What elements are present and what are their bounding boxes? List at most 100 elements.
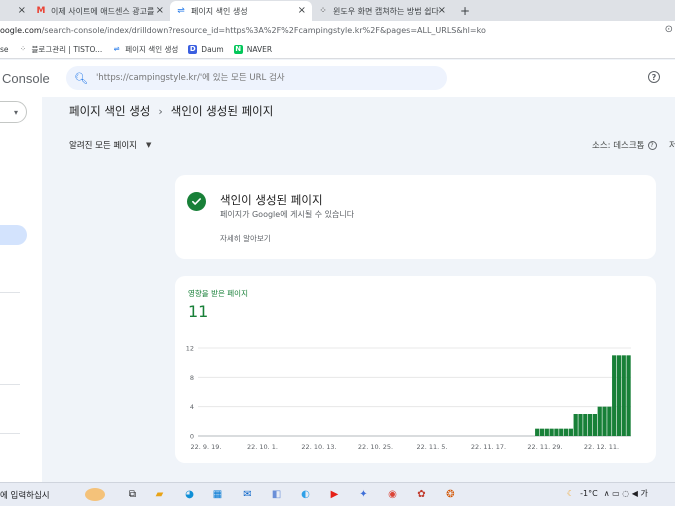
tab-capture[interactable]: ⁘ 윈도우 화면 캡쳐하는 방법 쉽다 × xyxy=(312,1,452,21)
chart-bar[interactable] xyxy=(568,428,573,436)
x-tick-label: 22. 12. 11. xyxy=(584,443,619,451)
x-tick-label: 22. 11. 17. xyxy=(471,443,506,451)
source-label: 소스: 데스크톱 ? xyxy=(592,139,657,151)
youtube-icon[interactable]: ▶ xyxy=(328,488,341,501)
y-tick-label: 4 xyxy=(190,403,194,411)
close-icon[interactable]: × xyxy=(438,5,446,16)
url-inspection-search[interactable]: 🔍︎ xyxy=(66,66,447,90)
task-view-icon[interactable]: ⧉ xyxy=(126,488,139,501)
y-tick-label: 12 xyxy=(186,345,194,353)
affected-pages-card: 영향을 받은 페이지 11 0 4 8 12 22. 9. 19. 22. 10. 1. 2… xyxy=(175,276,656,463)
browser-tab-bar: × M 이제 사이트에 애드센스 광고를 × ⇌ 페이지 색인 생성 × ⁘ 윈… xyxy=(0,0,675,21)
mail-icon[interactable]: ✉ xyxy=(241,488,254,501)
page-title: 색인이 생성된 페이지 xyxy=(170,104,274,118)
sidebar-item-active[interactable] xyxy=(0,225,27,245)
indexed-status-card: 색인이 생성된 페이지 페이지가 Google에 게시될 수 있습니다 자세히 … xyxy=(175,175,656,259)
weather-icon: ☾ xyxy=(567,489,575,498)
chart-bar[interactable] xyxy=(607,406,612,436)
chart-bar[interactable] xyxy=(616,355,622,436)
chart-bar[interactable] xyxy=(559,428,564,436)
chart-bar[interactable] xyxy=(554,428,559,436)
search-console-icon: ⇌ xyxy=(177,6,185,16)
address-bar[interactable]: oogle.com/search-console/index/drilldown… xyxy=(0,21,675,40)
sidebar-divider xyxy=(0,433,20,434)
app-name: Console xyxy=(2,71,50,86)
sidebar-divider xyxy=(0,384,20,385)
indexed-pages-chart: 0 4 8 12 22. 9. 19. 22. 10. 1. 22. 10. 13. 22. … xyxy=(186,345,631,451)
app-header: Console 🔍︎ ? xyxy=(0,60,675,97)
chart-bar[interactable] xyxy=(602,406,607,436)
tab-page-indexing[interactable]: ⇌ 페이지 색인 생성 × xyxy=(170,1,312,21)
y-tick-label: 0 xyxy=(190,433,194,441)
tab-adsense[interactable]: M 이제 사이트에 애드센스 광고를 × xyxy=(30,1,170,21)
daum-icon: D xyxy=(188,44,198,54)
tistory-icon: ⁘ xyxy=(319,6,327,16)
file-explorer-icon[interactable]: ▰ xyxy=(153,488,166,501)
y-tick-label: 8 xyxy=(190,374,194,382)
pages-filter-dropdown[interactable]: 알려진 모든 페이지 ▼ xyxy=(69,139,151,151)
chart-bar[interactable] xyxy=(583,414,588,436)
bookmark-daum[interactable]: D Daum xyxy=(188,44,224,54)
search-input[interactable] xyxy=(95,73,426,83)
app-icon[interactable]: ✦ xyxy=(357,488,370,501)
url-text: oogle.com/search-console/index/drilldown… xyxy=(0,26,486,35)
close-icon[interactable]: × xyxy=(18,5,26,16)
bookmark-tistory[interactable]: ⁘ 블로그관리 | TISTO... xyxy=(19,44,102,55)
app-icon[interactable]: ◐ xyxy=(299,488,312,501)
tab-partial[interactable]: × xyxy=(0,1,30,21)
chart-bar[interactable] xyxy=(592,414,598,436)
windows-taskbar: 에 입력하십시 ⧉ ▰ ◕ ▦ ✉ ◧ ◐ ▶ ✦ ◉ ✿ ❂ ☾ -1°C ∧… xyxy=(0,482,675,506)
bookmark-search-console[interactable]: ⇌ 페이지 색인 생성 xyxy=(112,44,179,55)
chart-bar[interactable] xyxy=(588,414,593,436)
search-console-icon: ⇌ xyxy=(113,45,120,53)
chart-bar[interactable] xyxy=(578,414,583,436)
naver-icon: N xyxy=(233,44,243,54)
chart-bar[interactable] xyxy=(535,428,540,436)
truncated-text: 저 xyxy=(669,141,675,151)
x-tick-label: 22. 10. 1. xyxy=(247,443,278,451)
taskbar-search[interactable]: 에 입력하십시 xyxy=(0,489,50,501)
tistory-icon: ⁘ xyxy=(20,45,26,53)
chart-bar[interactable] xyxy=(544,428,549,436)
weather-temp: -1°C xyxy=(580,489,598,498)
chart-bar[interactable] xyxy=(563,428,569,436)
widgets-icon[interactable] xyxy=(85,488,105,501)
tab-label: 이제 사이트에 애드센스 광고를 xyxy=(51,6,155,16)
chart-bar[interactable] xyxy=(621,355,626,436)
x-tick-label: 22. 10. 25. xyxy=(358,443,393,451)
app-icon[interactable]: ✿ xyxy=(415,488,428,501)
x-tick-label: 22. 9. 19. xyxy=(190,443,221,451)
new-tab-button[interactable]: + xyxy=(452,1,478,21)
help-icon[interactable]: ? xyxy=(648,71,660,83)
tray-icons[interactable]: ∧ ▭ ◌ ◀ 가 xyxy=(604,488,648,499)
help-icon[interactable]: ? xyxy=(647,140,657,150)
property-selector[interactable]: ▾ xyxy=(0,101,27,123)
sidebar: ▾ xyxy=(0,97,42,482)
x-tick-label: 22. 11. 5. xyxy=(416,443,447,451)
zoom-icon[interactable]: ⊙ xyxy=(665,24,673,35)
chart-bar[interactable] xyxy=(539,428,545,436)
chart-bar[interactable] xyxy=(626,355,631,436)
x-tick-label: 22. 11. 29. xyxy=(527,443,562,451)
sidebar-divider xyxy=(0,292,20,293)
chart-bar[interactable] xyxy=(549,428,554,436)
chart-bar[interactable] xyxy=(573,414,578,436)
chrome-icon[interactable]: ◉ xyxy=(386,488,399,501)
breadcrumb-parent[interactable]: 페이지 색인 생성 xyxy=(69,103,150,119)
caret-down-icon: ▼ xyxy=(145,141,152,149)
learn-more-link[interactable]: 자세히 알아보기 xyxy=(220,233,271,244)
chevron-right-icon: › xyxy=(158,104,163,118)
chart-bar[interactable] xyxy=(597,406,602,436)
bookmark-se[interactable]: se xyxy=(0,45,9,54)
x-tick-label: 22. 10. 13. xyxy=(301,443,336,451)
bookmark-naver[interactable]: N NAVER xyxy=(233,44,272,54)
close-icon[interactable]: × xyxy=(298,5,306,16)
chart-bar[interactable] xyxy=(612,355,617,436)
tab-label: 윈도우 화면 캡쳐하는 방법 쉽다 xyxy=(333,6,439,16)
app-icon[interactable]: ❂ xyxy=(444,488,457,501)
gmail-icon: M xyxy=(36,6,46,16)
store-icon[interactable]: ▦ xyxy=(211,488,224,501)
close-icon[interactable]: × xyxy=(156,5,164,16)
app-icon[interactable]: ◧ xyxy=(270,488,283,501)
edge-icon[interactable]: ◕ xyxy=(183,488,196,501)
